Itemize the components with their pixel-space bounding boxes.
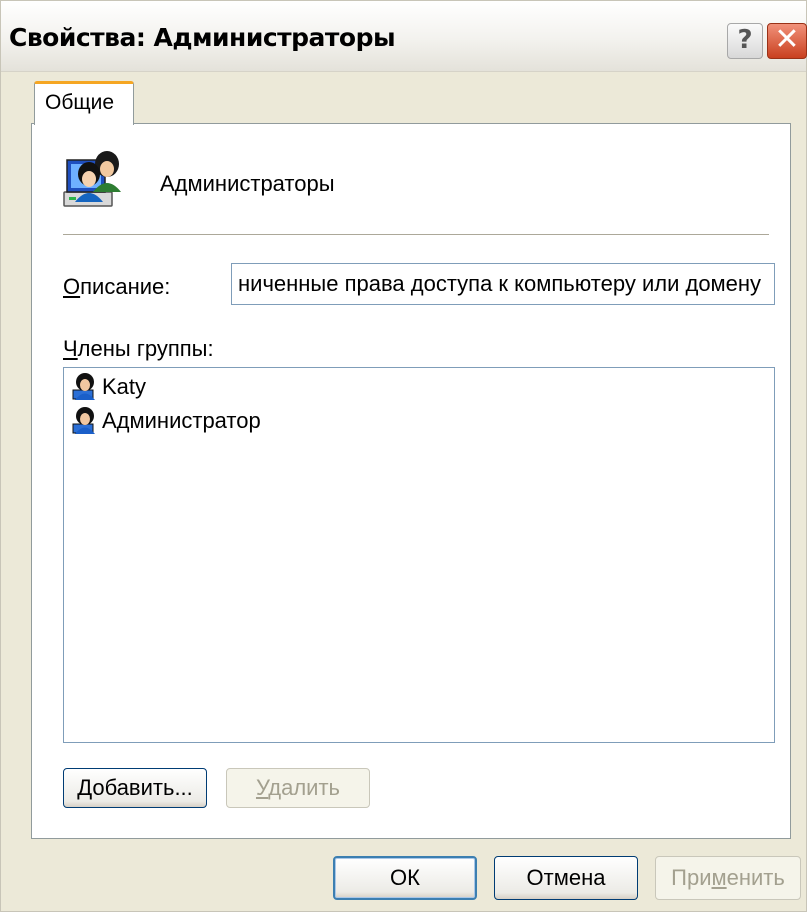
remove-button[interactable]: Удалить xyxy=(226,768,370,808)
close-button[interactable]: ✕ xyxy=(767,23,807,59)
ok-button[interactable]: ОК xyxy=(333,856,477,900)
cancel-button[interactable]: Отмена xyxy=(494,856,638,900)
help-button[interactable]: ? xyxy=(727,23,763,59)
help-icon: ? xyxy=(737,25,753,55)
user-icon xyxy=(72,373,95,400)
member-name: Администратор xyxy=(102,408,261,433)
close-icon: ✕ xyxy=(774,22,800,57)
list-item[interactable]: Katy xyxy=(72,372,146,402)
window-title: Свойства: Администраторы xyxy=(9,23,396,52)
user-icon xyxy=(72,407,95,434)
add-button[interactable]: Добавить... xyxy=(63,768,207,808)
description-label: Описание: xyxy=(63,274,171,299)
member-name: Katy xyxy=(102,374,147,399)
list-item[interactable]: Администратор xyxy=(72,406,261,436)
apply-button[interactable]: Применить xyxy=(655,856,801,900)
title-bar[interactable]: Свойства: Администраторы ? ✕ xyxy=(1,1,807,72)
tab-general[interactable]: Общие xyxy=(34,81,134,125)
members-label: Члены группы: xyxy=(63,336,214,361)
members-list[interactable]: Katy Администратор xyxy=(63,367,775,743)
user-group-computer-icon xyxy=(63,151,121,207)
properties-dialog: Свойства: Администраторы ? ✕ Общие Админ… xyxy=(0,0,807,912)
separator xyxy=(63,234,769,236)
group-name: Администраторы xyxy=(160,171,335,196)
description-input[interactable] xyxy=(231,263,775,305)
tab-general-label: Общие xyxy=(45,91,115,114)
